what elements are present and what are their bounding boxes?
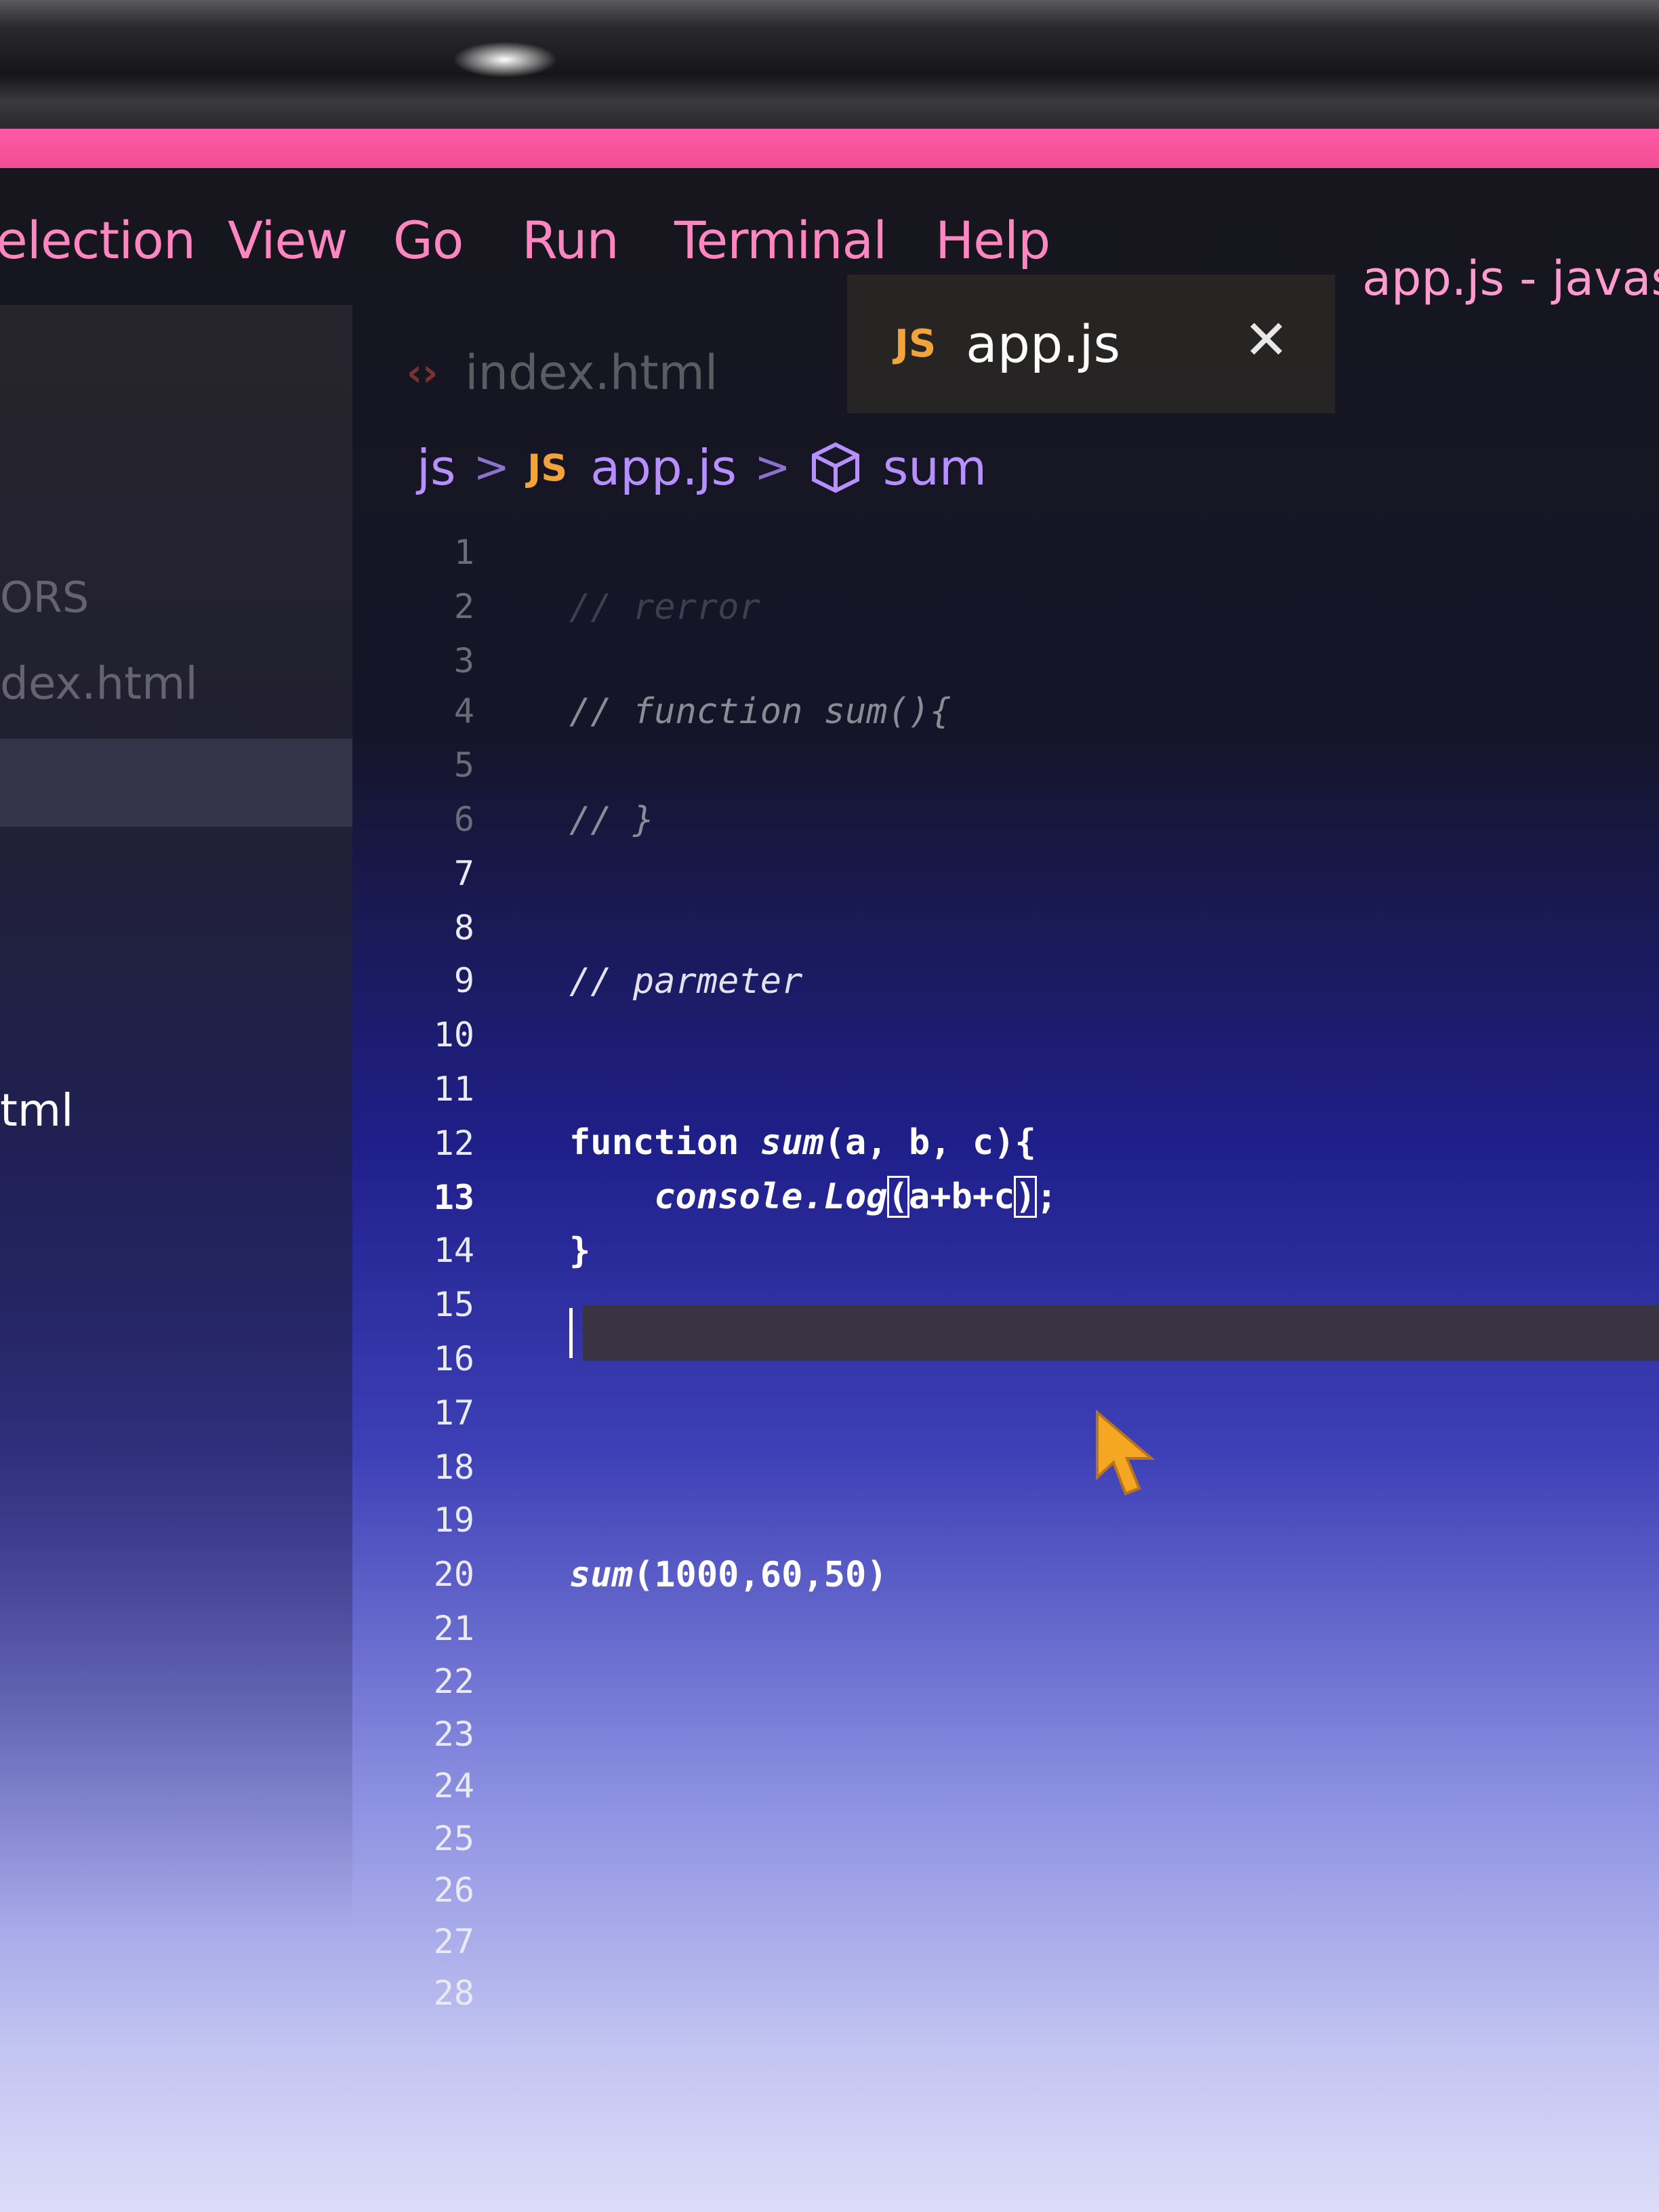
- open-paren: (: [886, 1176, 909, 1218]
- selected-sidebar-row[interactable]: [0, 739, 352, 827]
- js-icon: JS: [895, 322, 937, 366]
- html-icon: ‹›: [407, 350, 438, 395]
- code-line-function-call: sum(1000,60,50): [569, 1555, 888, 1595]
- line-number: 16: [433, 1339, 474, 1378]
- chevron-right-icon: >: [473, 443, 510, 493]
- line-number: 25: [433, 1819, 474, 1858]
- line-number: 12: [433, 1124, 474, 1163]
- code-editor[interactable]: 1 2 3 4 5 6 7 8 9 10 11 12 13 14 15 16 1…: [380, 508, 1659, 2212]
- line-number: 15: [433, 1285, 474, 1324]
- tab-label: index.html: [465, 345, 718, 401]
- breadcrumb-symbol[interactable]: sum: [883, 439, 987, 496]
- menu-run[interactable]: Run: [522, 210, 619, 270]
- function-name: sum: [760, 1122, 824, 1163]
- screen: election View Go Run Terminal Help app.j…: [0, 129, 1659, 2212]
- log-method: Log: [823, 1176, 888, 1217]
- line-number: 27: [433, 1922, 474, 1961]
- explorer-sidebar: ORS dex.html tml: [0, 305, 352, 2212]
- close-icon[interactable]: ✕: [1244, 308, 1289, 371]
- explorer-file-item[interactable]: tml: [0, 1084, 74, 1136]
- open-editors-label: ORS: [0, 573, 89, 622]
- breadcrumb-folder[interactable]: js: [417, 439, 456, 496]
- mouse-pointer-icon: [1096, 1410, 1155, 1496]
- code-line-comment: // }: [569, 800, 655, 840]
- function-call-args: (1000,60,50): [632, 1555, 888, 1595]
- line-number: 10: [433, 1015, 474, 1054]
- line-number: 11: [433, 1069, 474, 1109]
- bezel-glare: [454, 42, 556, 77]
- line-number: 20: [433, 1555, 474, 1594]
- line-number: 4: [453, 691, 474, 731]
- line-number: 7: [453, 854, 474, 893]
- console-object: console.: [569, 1176, 824, 1217]
- text-cursor: [569, 1308, 573, 1358]
- semicolon: ;: [1036, 1176, 1058, 1217]
- line-number: 26: [433, 1870, 474, 1910]
- chevron-right-icon: >: [754, 443, 791, 493]
- line-number: 9: [453, 961, 474, 1000]
- breadcrumb-file[interactable]: app.js: [590, 439, 737, 496]
- code-line-comment: // function sum(){: [569, 691, 951, 732]
- window-title: app.js - javas: [1362, 251, 1659, 306]
- code-line-console-log: console.Log(a+b+c);: [569, 1176, 1058, 1218]
- code-line-comment: // rerror: [569, 587, 760, 628]
- function-call-name: sum: [569, 1555, 633, 1595]
- code-line-function-declaration: function sum(a, b, c){: [569, 1122, 1036, 1163]
- line-number: 14: [433, 1231, 474, 1270]
- code-line-comment: // parmeter: [569, 961, 803, 1002]
- menu-selection[interactable]: election: [0, 210, 196, 270]
- close-paren: ): [1014, 1176, 1037, 1218]
- menu-help[interactable]: Help: [935, 210, 1050, 270]
- line-number: 6: [453, 800, 474, 839]
- title-accent-bar: [0, 129, 1659, 168]
- line-number: 24: [433, 1766, 474, 1805]
- line-number: 8: [453, 908, 474, 947]
- tab-index-html[interactable]: ‹› index.html: [407, 319, 718, 427]
- open-editor-item[interactable]: dex.html: [0, 657, 198, 710]
- breadcrumb: js > JS app.js > sum: [417, 427, 987, 508]
- keyword-function: function: [569, 1122, 739, 1163]
- line-number: 2: [453, 587, 474, 626]
- cube-icon: [811, 442, 859, 493]
- tab-label: app.js: [966, 314, 1121, 374]
- function-params: (a, b, c){: [823, 1122, 1036, 1163]
- menu-go[interactable]: Go: [393, 210, 464, 270]
- line-number: 17: [433, 1393, 474, 1433]
- current-line-highlight: [583, 1305, 1659, 1361]
- line-number: 3: [453, 641, 474, 680]
- js-icon: JS: [527, 446, 568, 489]
- line-number: 5: [453, 745, 474, 785]
- line-number: 23: [433, 1715, 474, 1754]
- menu-terminal[interactable]: Terminal: [674, 210, 887, 270]
- line-number: 13: [433, 1178, 474, 1217]
- line-number: 21: [433, 1609, 474, 1648]
- line-number: 22: [433, 1662, 474, 1701]
- line-number: 19: [433, 1500, 474, 1540]
- log-args: a+b+c: [908, 1176, 1015, 1217]
- line-number: 28: [433, 1973, 474, 2013]
- code-line-closing-brace: }: [569, 1231, 591, 1271]
- menu-view[interactable]: View: [228, 210, 348, 270]
- monitor-bezel: [0, 0, 1659, 129]
- line-number: 18: [433, 1448, 474, 1487]
- menu-bar: election View Go Run Terminal Help app.j…: [0, 183, 1659, 306]
- line-number: 1: [453, 533, 474, 572]
